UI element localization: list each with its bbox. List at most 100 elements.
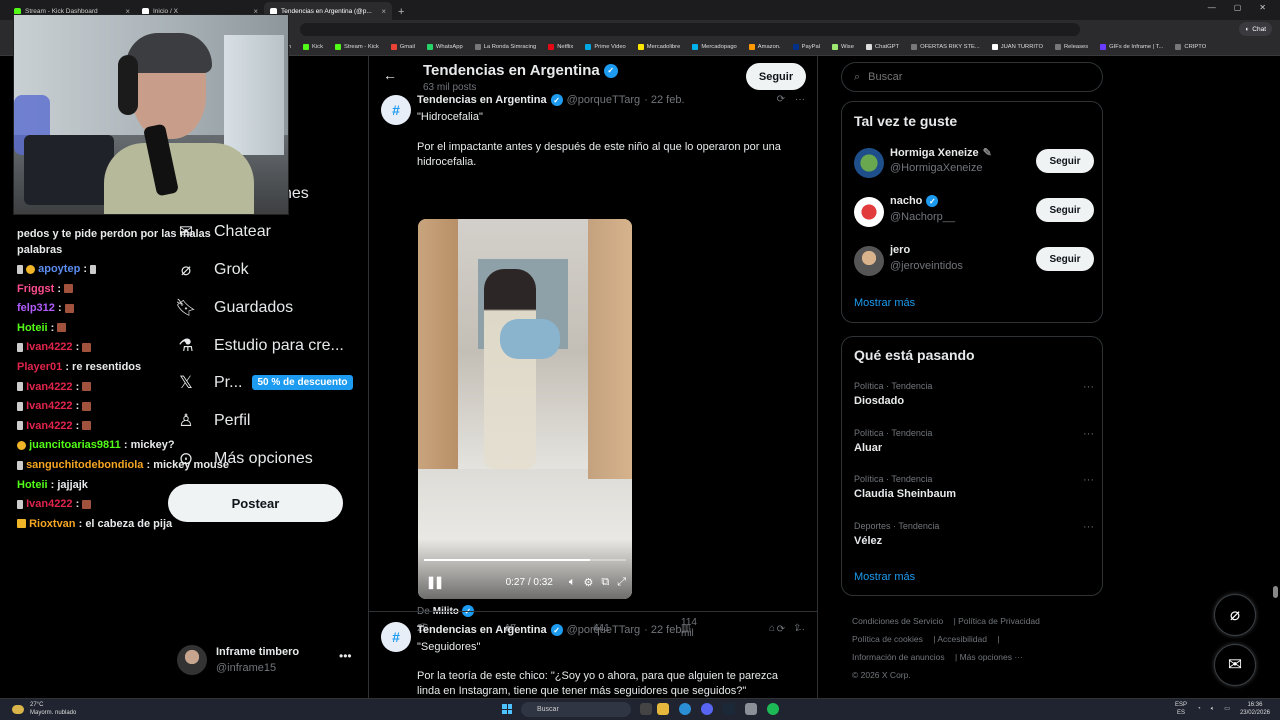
footer-link[interactable]: Condiciones de Servicio xyxy=(852,616,943,626)
pip-icon[interactable]: ⧉ xyxy=(601,576,609,589)
chat-text: jajjajk xyxy=(57,478,88,491)
footer-link[interactable]: Accesibilidad xyxy=(937,634,987,644)
spotify-icon[interactable] xyxy=(767,703,779,715)
tweet[interactable]: # Tendencias en Argentina ✓ @porqueTTarg · … xyxy=(369,622,817,698)
netflix-icon xyxy=(548,44,555,50)
more-icon[interactable]: ··· xyxy=(1083,521,1094,533)
close-window-icon[interactable]: ✕ xyxy=(1259,3,1266,12)
url-field[interactable] xyxy=(300,23,1080,36)
new-tab-icon[interactable]: + xyxy=(398,6,404,18)
tweet-text: Por el impactante antes y después de est… xyxy=(417,141,781,168)
folder-icon xyxy=(1175,44,1182,50)
back-arrow-icon[interactable]: ← xyxy=(383,67,397,83)
bookmark[interactable]: Netflix xyxy=(548,44,573,50)
footer-link[interactable]: Información de anuncios xyxy=(852,652,945,662)
follow-button[interactable]: Seguir xyxy=(746,63,806,90)
bookmark[interactable]: Kick xyxy=(303,44,323,50)
search-box[interactable]: ⌕ xyxy=(841,62,1103,92)
pause-icon[interactable]: ❚❚ xyxy=(426,575,444,589)
task-view-icon[interactable] xyxy=(640,703,652,715)
search-input[interactable] xyxy=(868,71,1069,83)
discount-badge[interactable]: 50 % de descuento xyxy=(252,375,353,390)
bookmark[interactable]: Gmail xyxy=(390,44,415,50)
volume-icon[interactable]: 🔈︎ xyxy=(1211,705,1215,713)
footer-link[interactable]: Más opciones ··· xyxy=(960,652,1023,662)
follow-button[interactable]: Seguir xyxy=(1036,149,1094,173)
settings-icon[interactable]: ⚙︎ xyxy=(583,576,593,589)
chat-username: Player01 xyxy=(17,360,63,373)
trend-item[interactable]: Política · Tendencia Aluar ··· xyxy=(854,428,1094,462)
bookmark[interactable]: ChatGPT xyxy=(865,44,899,50)
file-explorer-icon[interactable] xyxy=(657,703,669,715)
hashtag-avatar-icon[interactable]: # xyxy=(381,622,411,652)
temperature: 27°C xyxy=(30,702,44,708)
follow-button[interactable]: Seguir xyxy=(1036,247,1094,271)
footer-link[interactable]: Política de cookies xyxy=(852,634,923,644)
bookmark[interactable]: Mercadolibre xyxy=(637,44,680,50)
show-more-link[interactable]: Mostrar más xyxy=(854,297,915,309)
more-icon[interactable]: ··· xyxy=(1083,474,1094,486)
scrollbar-thumb[interactable] xyxy=(1273,586,1278,598)
windows-start-icon[interactable] xyxy=(502,704,512,714)
more-icon[interactable]: ··· xyxy=(1083,381,1094,393)
bookmark[interactable]: OFERTAS RIKY STE... xyxy=(911,44,980,50)
bookmark[interactable]: Releases xyxy=(1055,44,1088,50)
suggested-user[interactable]: jero @jeroveintidos Seguir xyxy=(854,244,1094,278)
bookmark[interactable]: Stream - Kick xyxy=(334,44,379,50)
trend-item[interactable]: Política · Tendencia Claudia Sheinbaum ··· xyxy=(854,474,1094,508)
taskbar-search[interactable]: Buscar xyxy=(521,702,631,717)
more-icon[interactable]: ••• xyxy=(339,649,352,663)
grok-icon[interactable]: ⟳ xyxy=(777,624,785,635)
suggested-user[interactable]: nacho ✓ @Nachorp__ Seguir xyxy=(854,195,1094,229)
more-icon[interactable]: ··· xyxy=(795,624,805,635)
tweet-author[interactable]: Tendencias en Argentina ✓ @porqueTTarg · 22… xyxy=(417,94,685,106)
bookmark[interactable]: WhatsApp xyxy=(426,44,463,50)
show-more-link[interactable]: Mostrar más xyxy=(854,571,915,583)
more-icon[interactable]: ··· xyxy=(795,94,805,105)
messages-fab-icon[interactable]: ✉ xyxy=(1214,644,1256,686)
trend-item[interactable]: Deportes · Tendencia Vélez ··· xyxy=(854,521,1094,555)
tweet-text: Por la teoría de este chico: "¿Soy yo o … xyxy=(417,670,779,697)
fullscreen-icon[interactable]: ⤢ xyxy=(617,576,626,589)
browser-chat-button[interactable]: ◐ Chat xyxy=(1239,22,1272,36)
suggested-user[interactable]: Hormiga Xeneize ✎ @HormigaXeneize Seguir xyxy=(854,146,1094,180)
clock[interactable]: 16:36 23/02/2026 xyxy=(1240,701,1270,717)
maximize-icon[interactable]: ▢ xyxy=(1234,3,1242,12)
follow-button[interactable]: Seguir xyxy=(1036,198,1094,222)
account-switcher[interactable]: Inframe timbero @inframe15 ••• xyxy=(177,643,357,677)
hashtag-avatar-icon[interactable]: # xyxy=(381,95,411,125)
bookmark[interactable]: Prime Video xyxy=(585,44,626,50)
bookmark[interactable]: Wise xyxy=(832,44,854,50)
video-progress-bar[interactable] xyxy=(424,559,626,561)
bookmark[interactable]: Mercadopago xyxy=(692,44,737,50)
volume-icon[interactable]: 🔈︎ xyxy=(569,576,576,589)
discord-icon[interactable] xyxy=(701,703,713,715)
bookmark[interactable]: La Ronda Simracing xyxy=(474,44,536,50)
grok-icon[interactable]: ⟳ xyxy=(777,94,785,105)
more-icon[interactable]: ··· xyxy=(1083,428,1094,440)
trend-item[interactable]: Política · Tendencia Diosdado ··· xyxy=(854,381,1094,415)
author-name: Tendencias en Argentina xyxy=(417,624,547,636)
video-player[interactable]: ❚❚ 0:27 / 0:32 🔈︎ ⚙︎ ⧉ ⤢ xyxy=(418,219,632,599)
battery-icon[interactable]: ▭ xyxy=(1224,705,1230,713)
close-tab-icon[interactable]: × xyxy=(381,7,386,16)
trend-topic: Claudia Sheinbaum xyxy=(854,488,957,500)
weather-widget[interactable]: 27°C Mayorm. nublado xyxy=(12,701,76,717)
bookmark[interactable]: JUAN TURRITO xyxy=(991,44,1043,50)
language-indicator[interactable]: ESP ES xyxy=(1175,701,1187,717)
app-icon[interactable] xyxy=(745,703,757,715)
bookmark-label: Mercadopago xyxy=(701,44,737,50)
tweet[interactable]: # Tendencias en Argentina ✓ @porqueTTarg · … xyxy=(369,94,817,639)
bookmark[interactable]: Amazon. xyxy=(748,44,781,50)
steam-icon[interactable] xyxy=(723,703,735,715)
footer-link[interactable]: Política de Privacidad xyxy=(958,616,1040,626)
bookmark[interactable]: CRIPTO xyxy=(1175,44,1206,50)
tweet-author[interactable]: Tendencias en Argentina ✓ @porqueTTarg · 22… xyxy=(417,624,685,636)
wifi-icon[interactable]: ◔ xyxy=(1197,705,1201,713)
bookmark[interactable]: GIFs de Inframe | T... xyxy=(1100,44,1163,50)
minimize-icon[interactable]: — xyxy=(1208,3,1216,12)
scrollbar[interactable] xyxy=(1271,56,1280,698)
grok-fab-icon[interactable]: ⌀ xyxy=(1214,594,1256,636)
edge-icon[interactable] xyxy=(679,703,691,715)
bookmark[interactable]: PayPal xyxy=(792,44,820,50)
